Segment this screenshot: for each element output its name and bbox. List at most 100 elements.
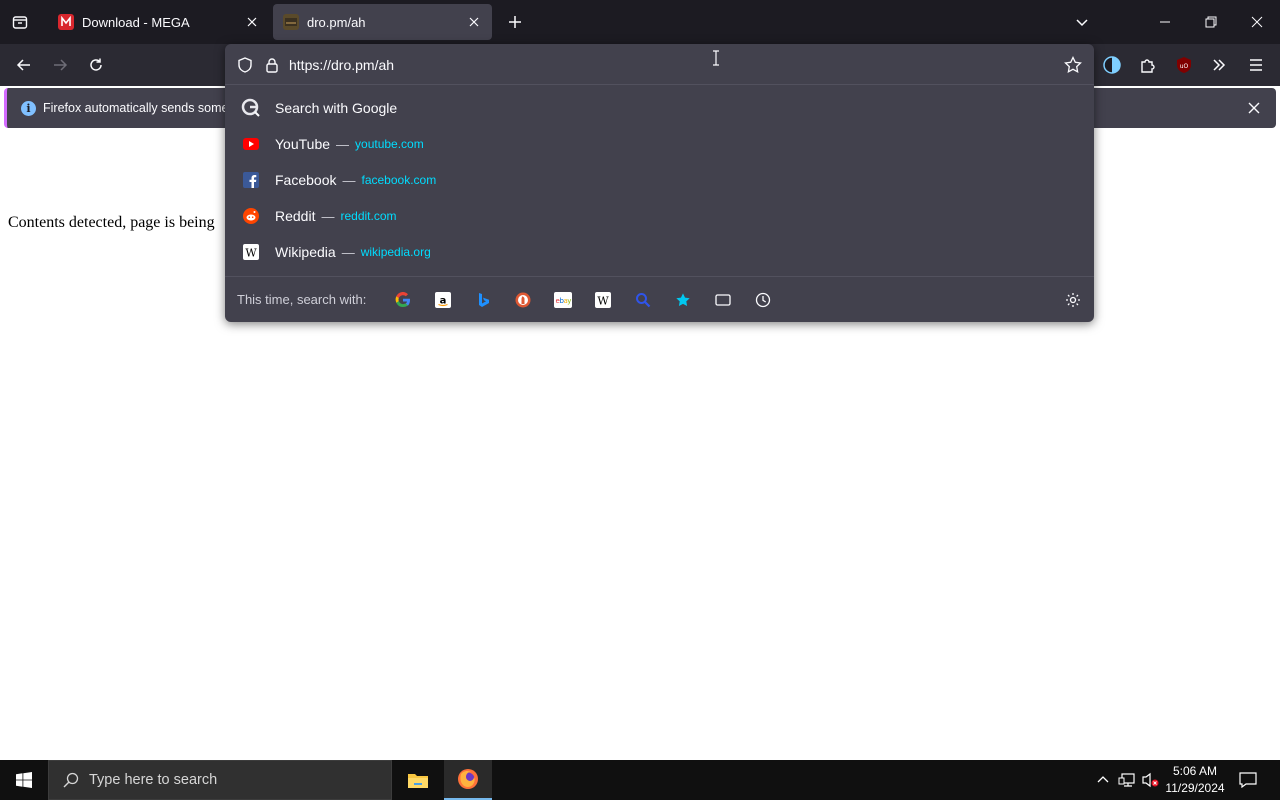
back-button[interactable] [9, 50, 39, 80]
search-engine-wikipedia[interactable]: W [590, 287, 616, 313]
chevron-up-icon [1097, 776, 1109, 783]
one-off-search-bar: This time, search with: a ebay W [225, 276, 1094, 322]
suggestion-youtube[interactable]: YouTube — youtube.com [231, 126, 1088, 162]
taskbar-search-box[interactable]: Type here to search [48, 760, 392, 800]
one-off-label: This time, search with: [237, 292, 367, 307]
volume-button[interactable] [1140, 760, 1162, 800]
tab-mega[interactable]: Download - MEGA [48, 4, 270, 40]
star-icon [1064, 56, 1082, 74]
wikipedia-icon: W [595, 292, 611, 308]
text-cursor-icon [711, 50, 721, 66]
suggestion-search-google[interactable]: Search with Google [231, 90, 1088, 126]
action-center-button[interactable] [1234, 760, 1262, 800]
extensions-button[interactable] [1133, 50, 1163, 80]
search-bookmarks-button[interactable] [670, 287, 696, 313]
reload-button[interactable] [81, 50, 111, 80]
new-tab-button[interactable] [501, 8, 529, 36]
ebay-icon: ebay [554, 292, 572, 308]
suggestion-wikipedia[interactable]: W Wikipedia — wikipedia.org [231, 234, 1088, 270]
wikipedia-icon: W [241, 242, 261, 262]
close-notification-button[interactable] [1242, 96, 1266, 120]
minimize-icon [1160, 21, 1170, 23]
url-input[interactable] [289, 53, 1049, 77]
start-button[interactable] [0, 760, 48, 800]
site-info-button[interactable] [262, 55, 282, 75]
forward-button[interactable] [45, 50, 75, 80]
suggestion-facebook[interactable]: Facebook — facebook.com [231, 162, 1088, 198]
restore-button[interactable] [1188, 0, 1234, 44]
amazon-icon: a [435, 292, 451, 308]
notification-message: Firefox automatically sends some d [43, 101, 239, 115]
more-tools-button[interactable] [1204, 50, 1234, 80]
app-menu-button[interactable] [1241, 50, 1271, 80]
taskbar-file-explorer[interactable] [394, 760, 442, 800]
search-engine-bing[interactable] [470, 287, 496, 313]
windows-logo-icon [16, 772, 32, 788]
dark-reader-extension-button[interactable] [1097, 50, 1127, 80]
minimize-button[interactable] [1142, 0, 1188, 44]
ublock-icon: uO [1177, 57, 1191, 73]
suggestion-url: youtube.com [355, 137, 424, 151]
close-tab-button[interactable] [240, 10, 264, 34]
search-settings-button[interactable] [1060, 287, 1086, 313]
search-engine-google[interactable] [390, 287, 416, 313]
taskbar-clock[interactable]: 5:06 AM 11/29/2024 [1160, 763, 1230, 797]
google-icon [395, 292, 410, 308]
mega-icon [58, 14, 74, 30]
urlbar-panel: Search with Google YouTube — youtube.com… [225, 44, 1094, 322]
tab-title: Download - MEGA [82, 14, 190, 30]
close-window-button[interactable] [1234, 0, 1280, 44]
volume-muted-icon [1142, 772, 1159, 788]
info-icon: i [21, 101, 36, 116]
reddit-icon [241, 206, 261, 226]
svg-text:W: W [597, 295, 609, 308]
shield-icon [238, 57, 252, 73]
suggestion-reddit[interactable]: Reddit — reddit.com [231, 198, 1088, 234]
clock-time: 5:06 AM [1172, 764, 1218, 778]
tab-icon [715, 294, 731, 306]
show-hidden-icons-button[interactable] [1092, 760, 1114, 800]
search-engine-amazon[interactable]: a [430, 287, 456, 313]
close-tab-button[interactable] [462, 10, 486, 34]
svg-text:uO: uO [1180, 63, 1189, 70]
lock-icon [266, 58, 278, 73]
search-engine-other[interactable] [630, 287, 656, 313]
urlbar [225, 44, 1094, 85]
plus-icon [509, 16, 521, 28]
search-history-button[interactable] [750, 287, 776, 313]
magnifier-icon [636, 293, 651, 308]
taskbar-firefox[interactable] [444, 760, 492, 800]
tab-strip: Download - MEGA dro.pm/ah [0, 0, 1280, 44]
network-status-button[interactable] [1116, 760, 1138, 800]
arrow-left-icon [16, 59, 30, 71]
suggestion-title: Reddit [275, 208, 316, 224]
tab-dro-pm[interactable]: dro.pm/ah [273, 4, 492, 40]
taskbar-search-placeholder: Type here to search [89, 772, 218, 788]
suggestion-title: YouTube [275, 136, 331, 152]
close-icon [469, 17, 479, 27]
firefox-view-icon [12, 16, 28, 29]
arrow-right-icon [54, 59, 68, 71]
contrast-icon [1103, 56, 1121, 74]
taskbar: Type here to search 5:06 AM 11/29/2024 [0, 760, 1280, 800]
suggestion-url: wikipedia.org [360, 245, 431, 259]
firefox-view-button[interactable] [6, 8, 34, 36]
search-engine-duckduckgo[interactable] [510, 287, 536, 313]
close-icon [1248, 102, 1260, 114]
page-text: Contents detected, page is being [8, 214, 215, 231]
suggestion-title: Facebook [275, 172, 337, 188]
suggestion-url: reddit.com [340, 209, 397, 223]
star-filled-icon [676, 293, 690, 307]
bookmark-page-button[interactable] [1062, 54, 1084, 76]
reload-icon [90, 58, 102, 71]
clock-date: 11/29/2024 [1165, 781, 1225, 795]
site-favicon-icon [283, 14, 299, 30]
suggestion-separator: — [342, 172, 356, 188]
facebook-icon [241, 170, 261, 190]
suggestion-title: Search with Google [275, 100, 398, 116]
search-engine-ebay[interactable]: ebay [550, 287, 576, 313]
tracking-protection-button[interactable] [235, 55, 255, 75]
list-all-tabs-button[interactable] [1068, 8, 1096, 36]
ublock-origin-button[interactable]: uO [1169, 50, 1199, 80]
search-tabs-button[interactable] [710, 287, 736, 313]
